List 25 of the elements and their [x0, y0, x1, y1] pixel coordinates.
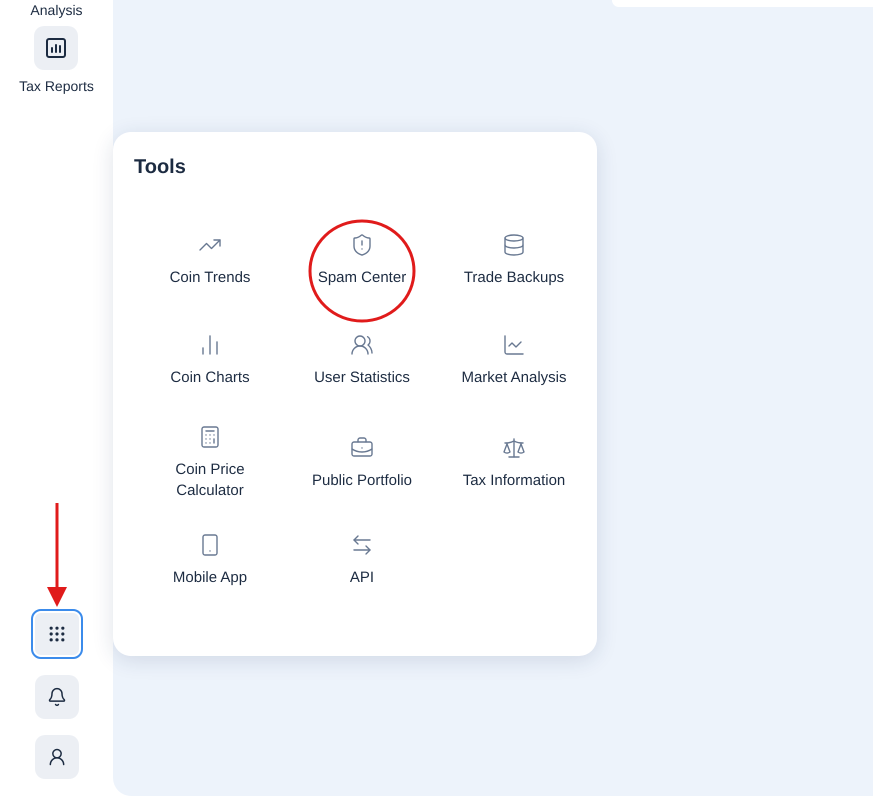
tool-link[interactable]: API: [307, 533, 417, 588]
tool-link[interactable]: Tax Information: [459, 436, 569, 491]
apps-grid-icon: [46, 624, 66, 644]
tax-reports-button[interactable]: [34, 26, 78, 70]
tool-link[interactable]: Market Analysis: [459, 333, 569, 388]
panel-title: Tools: [134, 156, 187, 179]
users-icon: [350, 333, 374, 357]
notifications-button[interactable]: [34, 675, 78, 719]
scale-icon: [502, 436, 526, 460]
tool-link[interactable]: Trade Backups: [459, 233, 569, 288]
bar-chart-icon: [44, 36, 68, 60]
database-icon: [502, 233, 526, 257]
bell-icon: [46, 687, 66, 707]
tool-link[interactable]: Mobile App: [155, 533, 265, 588]
line-chart-icon: [502, 333, 526, 357]
apps-button[interactable]: [30, 609, 82, 659]
user-icon: [46, 747, 66, 767]
tool-link[interactable]: Coin Price Calculator: [155, 425, 265, 501]
tool-link[interactable]: Public Portfolio: [307, 436, 417, 491]
tool-link[interactable]: User Statistics: [307, 333, 417, 388]
nav-label: Analysis: [30, 2, 83, 18]
profile-button[interactable]: [34, 735, 78, 779]
tool-link[interactable]: Coin Trends: [155, 233, 265, 288]
tool-link[interactable]: Coin Charts: [155, 333, 265, 388]
nav-label: Tax Reports: [19, 78, 94, 94]
